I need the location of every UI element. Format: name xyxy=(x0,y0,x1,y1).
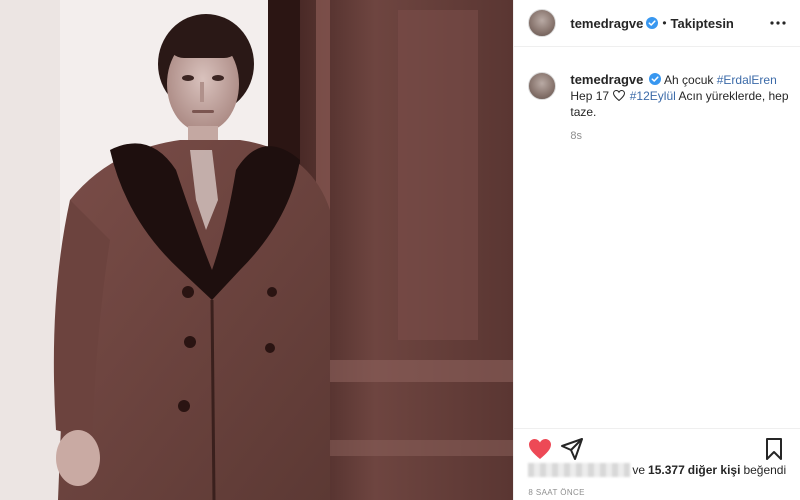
bookmark-icon[interactable] xyxy=(762,437,786,461)
liker-username-blurred xyxy=(528,463,631,477)
caption-text-1: Ah çocuk xyxy=(664,73,714,87)
post-header: temedragve • Takiptesin xyxy=(514,0,800,47)
instagram-post: temedragve • Takiptesin temedragve Ah ço… xyxy=(0,0,800,500)
action-bar xyxy=(514,428,800,467)
caption-text-2: Hep 17 xyxy=(570,89,610,103)
header-username[interactable]: temedragve xyxy=(570,16,643,31)
verified-icon xyxy=(649,73,662,85)
hashtag-12eylul[interactable]: #12Eylül xyxy=(630,89,676,103)
post-side-panel: temedragve • Takiptesin temedragve Ah ço… xyxy=(514,0,800,500)
verified-icon xyxy=(646,17,659,29)
likes-count[interactable]: 15.377 xyxy=(648,463,685,477)
likes-others-label[interactable]: diğer kişi xyxy=(688,463,741,477)
heart-emoji-icon xyxy=(613,90,626,101)
header-avatar[interactable] xyxy=(528,9,557,37)
caption-username[interactable]: temedragve xyxy=(570,72,643,87)
post-photo-image xyxy=(0,0,514,500)
caption-avatar[interactable] xyxy=(528,72,557,100)
follow-status-button[interactable]: Takiptesin xyxy=(671,16,734,31)
share-icon[interactable] xyxy=(560,437,584,461)
caption-time-ago: 8s xyxy=(570,130,582,142)
post-photo[interactable] xyxy=(0,0,515,500)
header-separator: • xyxy=(662,16,667,30)
more-options-icon[interactable] xyxy=(770,15,786,31)
caption-comment: temedragve Ah çocuk #ErdalEren Hep 17 #1… xyxy=(528,72,790,142)
heart-icon[interactable] xyxy=(528,437,552,461)
likes-summary: ve 15.377 diğer kişi beğendi xyxy=(528,463,798,477)
post-date: 8 SAAT ÖNCE xyxy=(528,488,585,497)
likes-prefix: ve xyxy=(632,463,646,477)
caption-text: temedragve Ah çocuk #ErdalEren Hep 17 #1… xyxy=(570,72,790,120)
likes-suffix: beğendi xyxy=(743,463,787,477)
hashtag-erdaleren[interactable]: #ErdalEren xyxy=(717,73,777,87)
